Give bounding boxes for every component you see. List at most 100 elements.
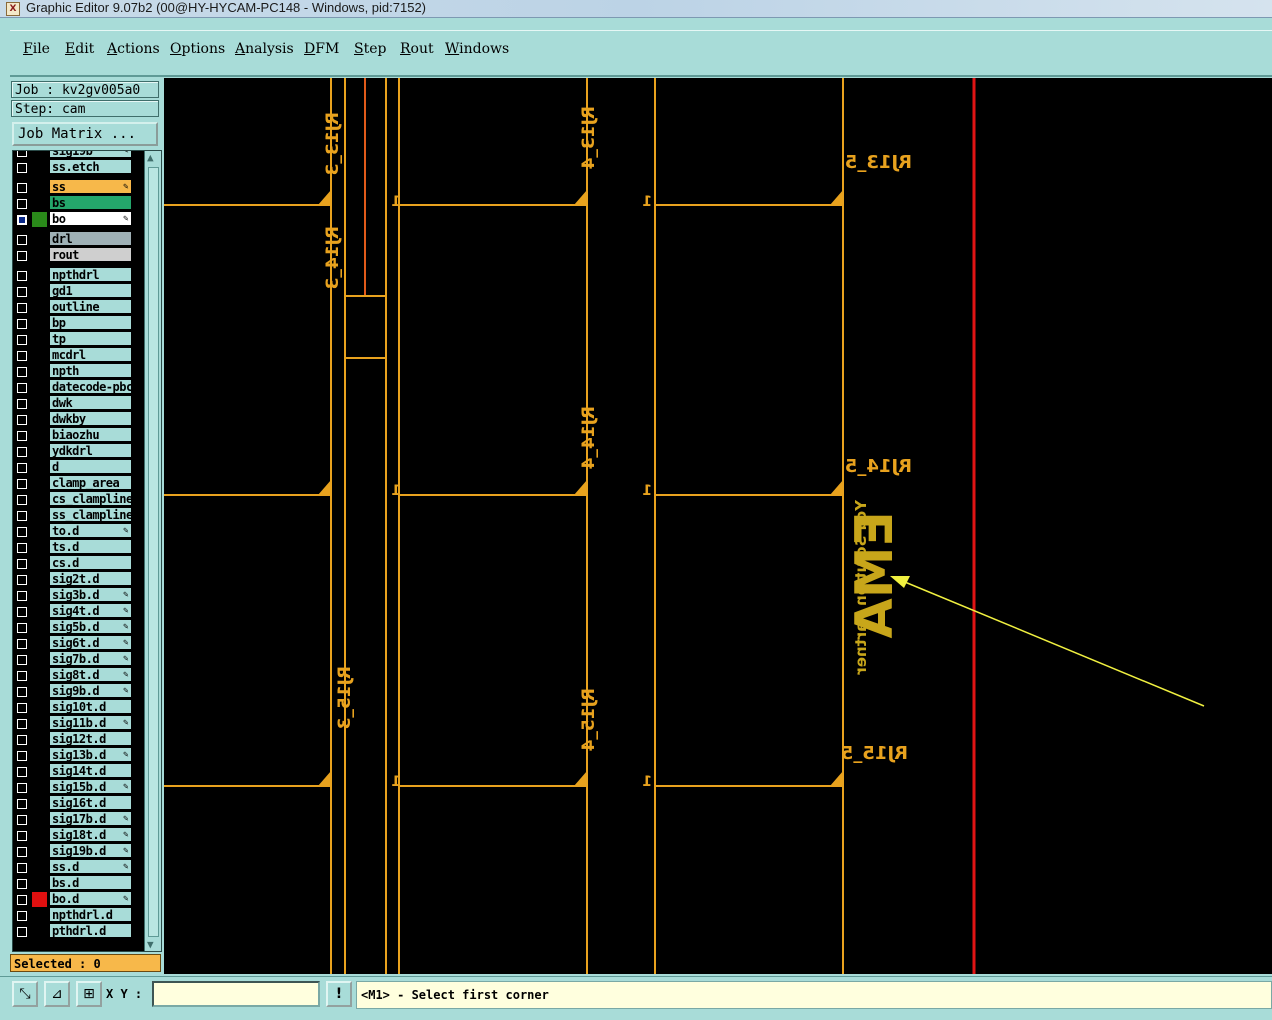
layer-checkbox[interactable] [17,895,27,905]
layer-row[interactable]: cs_clampline [13,492,135,507]
layer-name[interactable]: sig6t.d ✎ [50,636,131,650]
layer-checkbox[interactable] [17,831,27,841]
layer-row[interactable]: ss.d ✎ [13,860,135,875]
layer-row[interactable]: pthdrl.d [13,924,135,939]
layer-checkbox[interactable] [17,847,27,857]
layer-checkbox[interactable] [17,415,27,425]
layer-name[interactable]: bo.d ✎ [50,892,131,906]
layer-row[interactable]: sig15b.d ✎ [13,780,135,795]
graphic-canvas[interactable]: 1 1 1 1 1 1 RJ13_5 RJ14_5 RJ15_5 RJ13_3 … [164,78,1272,974]
layer-checkbox[interactable] [17,199,27,209]
layer-color-swatch[interactable] [32,812,47,827]
layer-row[interactable]: to.d ✎ [13,524,135,539]
layer-color-swatch[interactable] [32,876,47,891]
layer-row[interactable]: sig6t.d ✎ [13,636,135,651]
layer-checkbox[interactable] [17,927,27,937]
layer-checkbox[interactable] [17,335,27,345]
layer-name[interactable]: dwk [50,396,131,410]
layer-name[interactable]: ts.d [50,540,131,554]
layer-row[interactable]: d [13,460,135,475]
scroll-up-icon[interactable]: ▲ [147,151,154,164]
layer-checkbox[interactable] [17,607,27,617]
layer-checkbox[interactable] [17,783,27,793]
grid-icon[interactable]: ⊞ [76,981,102,1007]
layer-name[interactable]: dwkby [50,412,131,426]
layer-name[interactable]: sig15b.d ✎ [50,780,131,794]
layer-color-swatch[interactable] [32,764,47,779]
menu-actions[interactable]: Actions [107,41,160,57]
layer-name[interactable]: drl [50,232,131,246]
layer-name[interactable]: cs.d [50,556,131,570]
layer-row[interactable]: sig19b ✎ [13,151,135,159]
layer-row[interactable]: ss_clampline [13,508,135,523]
zoom-area-icon[interactable]: ⤡ [12,981,38,1007]
layer-color-swatch[interactable] [32,348,47,363]
menu-windows[interactable]: Windows [445,41,509,57]
layer-checkbox[interactable] [17,815,27,825]
layer-row[interactable]: sig19b.d ✎ [13,844,135,859]
layer-row[interactable]: sig9b.d ✎ [13,684,135,699]
layer-row[interactable]: bo.d ✎ [13,892,135,907]
layer-name[interactable]: sig9b.d ✎ [50,684,131,698]
layer-row[interactable]: biaozhu [13,428,135,443]
layer-name[interactable]: tp [50,332,131,346]
menu-options[interactable]: Options [170,41,225,57]
layer-color-swatch[interactable] [32,684,47,699]
layer-color-swatch[interactable] [32,492,47,507]
layer-row[interactable]: bs [13,196,135,211]
layer-name[interactable]: bp [50,316,131,330]
layer-name[interactable]: sig4t.d ✎ [50,604,131,618]
layer-checkbox[interactable] [17,163,27,173]
layer-color-swatch[interactable] [32,860,47,875]
layer-checkbox[interactable] [17,271,27,281]
layer-name[interactable]: sig7b.d ✎ [50,652,131,666]
layer-color-swatch[interactable] [32,748,47,763]
layer-checkbox[interactable] [17,367,27,377]
layer-name[interactable]: sig3b.d ✎ [50,588,131,602]
layer-color-swatch[interactable] [32,572,47,587]
layer-row[interactable]: npthdrl.d [13,908,135,923]
layer-row[interactable]: sig2t.d [13,572,135,587]
layer-color-swatch[interactable] [32,844,47,859]
layer-row[interactable]: sig14t.d [13,764,135,779]
layer-color-swatch[interactable] [32,620,47,635]
layer-name[interactable]: bo ✎ [50,212,131,226]
layer-name[interactable]: sig14t.d [50,764,131,778]
layer-name[interactable]: rout [50,248,131,262]
layer-color-swatch[interactable] [32,460,47,475]
layer-row[interactable]: dwk [13,396,135,411]
layer-color-swatch[interactable] [32,248,47,263]
layer-row[interactable]: sig12t.d [13,732,135,747]
layer-color-swatch[interactable] [32,284,47,299]
layer-name[interactable]: mcdrl [50,348,131,362]
menu-rout[interactable]: Rout [400,41,434,57]
layer-checkbox[interactable] [17,575,27,585]
layer-row[interactable]: sig3b.d ✎ [13,588,135,603]
layer-checkbox[interactable] [17,735,27,745]
layer-checkbox[interactable] [17,527,27,537]
layer-color-swatch[interactable] [32,196,47,211]
layer-color-swatch[interactable] [32,232,47,247]
layer-color-swatch[interactable] [32,780,47,795]
layer-name[interactable]: d [50,460,131,474]
layer-color-swatch[interactable] [32,444,47,459]
layer-checkbox[interactable] [17,703,27,713]
layer-checkbox[interactable] [17,251,27,261]
menu-analysis[interactable]: Analysis [235,41,294,57]
layer-name[interactable]: npthdrl [50,268,131,282]
layer-checkbox[interactable] [17,183,27,193]
layer-checkbox[interactable] [17,447,27,457]
layer-row[interactable]: ts.d [13,540,135,555]
layer-checkbox[interactable] [17,511,27,521]
layer-row[interactable]: tp [13,332,135,347]
menu-dfm[interactable]: DFM [304,41,339,57]
layer-name[interactable]: bs [50,196,131,210]
layer-color-swatch[interactable] [32,668,47,683]
layer-color-swatch[interactable] [32,796,47,811]
layer-row[interactable]: sig5b.d ✎ [13,620,135,635]
layer-row[interactable]: ss ✎ [13,180,135,195]
layer-color-swatch[interactable] [32,636,47,651]
layer-color-swatch[interactable] [32,652,47,667]
layer-name[interactable]: ss_clampline [50,508,131,522]
layer-checkbox[interactable] [17,911,27,921]
